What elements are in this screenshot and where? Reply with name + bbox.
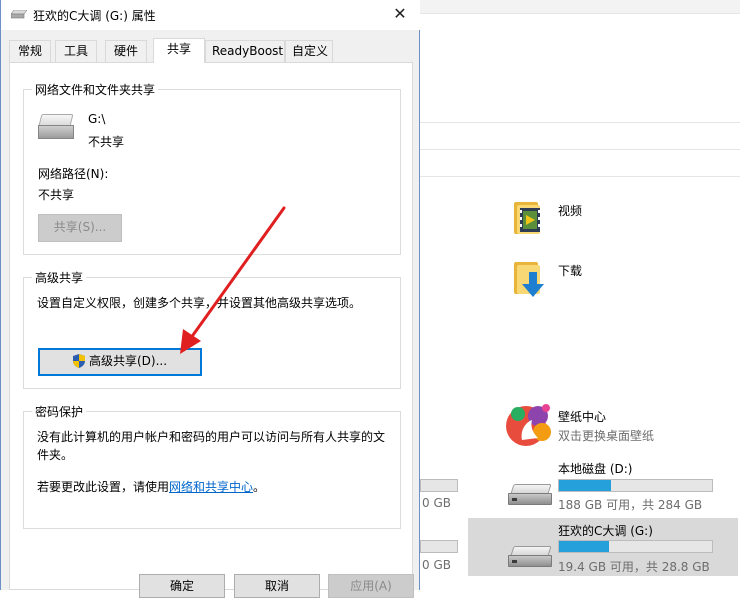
password-change-text: 若要更改此设置，请使用网络和共享中心。	[37, 478, 265, 495]
tab-general[interactable]: 常规	[9, 40, 51, 62]
advanced-sharing-button-label: 高级共享(D)...	[88, 354, 168, 368]
tab-tools[interactable]: 工具	[55, 40, 97, 62]
close-icon[interactable]: ✕	[386, 3, 414, 27]
partial-drive-size: 0 GB	[422, 558, 451, 572]
properties-dialog: 狂欢的C大调 (G:) 属性 ✕ 常规 工具 硬件 共享 ReadyBoost …	[0, 0, 420, 598]
app-subtitle: 双击更换桌面壁纸	[558, 429, 655, 443]
drive-label: 狂欢的C大调 (G:)	[558, 524, 653, 538]
share-button[interactable]: 共享(S)...	[38, 214, 122, 242]
drive-usage-bar	[558, 540, 713, 553]
explorer-toolbar-strip	[420, 0, 740, 14]
drive-path: G:\	[88, 112, 106, 126]
tab-customize[interactable]: 自定义	[285, 40, 333, 62]
app-title: 壁纸中心	[558, 410, 607, 424]
uac-shield-icon	[72, 354, 85, 368]
drive-icon	[11, 10, 27, 19]
change-prefix: 若要更改此设置，请使用	[37, 480, 170, 494]
drive-usage-bar	[558, 479, 713, 492]
download-folder-icon	[514, 260, 544, 297]
wallpaper-center-icon	[506, 404, 551, 446]
advanced-sharing-button[interactable]: 高级共享(D)...	[38, 348, 202, 376]
partial-drive-bar	[420, 540, 458, 553]
drive-size-text: 19.4 GB 可用，共 28.8 GB	[558, 560, 710, 574]
group-title: 高级共享	[32, 269, 87, 286]
dialog-title: 狂欢的C大调 (G:) 属性	[33, 9, 156, 23]
hard-drive-icon	[38, 114, 74, 140]
password-protection-group: 密码保护 没有此计算机的用户帐户和密码的用户可以访问与所有人共享的文 件夹。 若…	[23, 403, 401, 529]
title-bar[interactable]: 狂欢的C大调 (G:) 属性 ✕	[1, 0, 420, 30]
tab-hardware[interactable]: 硬件	[105, 40, 147, 62]
partial-drive-bar	[420, 479, 458, 492]
partial-drive-size: 0 GB	[422, 496, 451, 510]
folder-label: 视频	[558, 204, 583, 218]
explorer-divider	[420, 149, 740, 150]
file-explorer-background: 视频 下载 壁纸中心 双击更换桌面壁纸 0 GB 0 GB 本地磁盘 (D:) …	[420, 0, 740, 590]
advanced-sharing-description: 设置自定义权限，创建多个共享，并设置其他高级共享选项。	[37, 296, 362, 310]
drive-label: 本地磁盘 (D:)	[558, 462, 633, 476]
share-status: 不共享	[88, 135, 125, 149]
password-text-line1: 没有此计算机的用户帐户和密码的用户可以访问与所有人共享的文	[37, 430, 386, 444]
explorer-divider	[420, 122, 740, 123]
video-folder-icon	[514, 200, 540, 234]
network-sharing-group: 网络文件和文件夹共享 G:\ 不共享 网络路径(N): 不共享 共享(S)...	[23, 81, 401, 255]
group-title: 网络文件和文件夹共享	[32, 81, 159, 98]
network-path-value: 不共享	[38, 188, 75, 202]
cancel-button[interactable]: 取消	[234, 574, 320, 598]
drive-usage-fill	[559, 480, 612, 491]
network-path-label: 网络路径(N):	[38, 167, 109, 181]
tab-sharing[interactable]: 共享	[153, 38, 205, 63]
hard-drive-icon	[508, 484, 552, 506]
network-sharing-center-link[interactable]: 网络和共享中心	[169, 480, 253, 494]
sharing-panel: 网络文件和文件夹共享 G:\ 不共享 网络路径(N): 不共享 共享(S)...…	[9, 62, 413, 590]
apply-button[interactable]: 应用(A)	[328, 574, 414, 598]
tab-readyboost[interactable]: ReadyBoost	[205, 40, 285, 62]
ok-button[interactable]: 确定	[139, 574, 225, 598]
group-title: 密码保护	[32, 403, 87, 420]
advanced-sharing-group: 高级共享 设置自定义权限，创建多个共享，并设置其他高级共享选项。 高级共享(D)…	[23, 269, 401, 389]
change-suffix: 。	[253, 480, 266, 494]
drive-size-text: 188 GB 可用，共 284 GB	[558, 498, 703, 512]
folder-label: 下载	[558, 264, 583, 278]
drive-usage-fill	[559, 541, 610, 552]
hard-drive-icon	[508, 546, 552, 568]
explorer-divider	[420, 176, 740, 177]
password-text-line2: 件夹。	[37, 448, 74, 462]
